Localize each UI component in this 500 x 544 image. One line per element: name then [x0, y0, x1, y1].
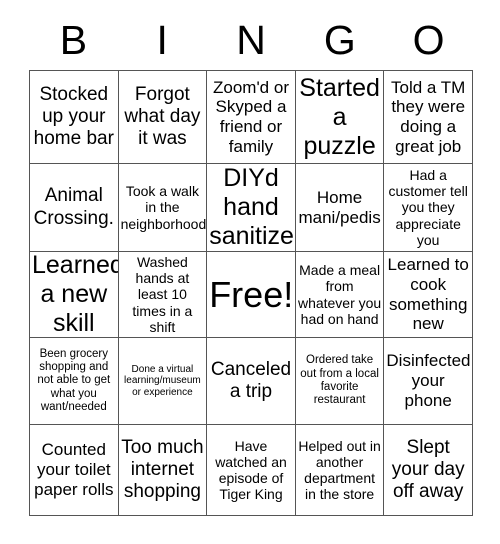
bingo-cell-label: Animal Crossing.	[33, 185, 114, 229]
bingo-cell[interactable]: Animal Crossing.	[30, 164, 119, 252]
bingo-cell-label: Done a virtual learning/museum or experi…	[124, 363, 201, 398]
bingo-cell[interactable]: Had a customer tell you they appreciate …	[384, 164, 473, 252]
bingo-cell-label: Learned a new skill	[32, 252, 119, 337]
bingo-cell[interactable]: Been grocery shopping and not able to ge…	[30, 338, 119, 425]
bingo-cell-label: Started a puzzle	[299, 73, 380, 160]
bingo-cell-label: Washed hands at least 10 times in a shif…	[132, 253, 193, 335]
bingo-letter-g: G	[323, 16, 356, 63]
bingo-cell-label: Home mani/pedis	[298, 187, 381, 227]
bingo-letter-i: I	[156, 16, 168, 63]
bingo-cell-label: Free!	[209, 273, 294, 315]
bingo-cell[interactable]: Washed hands at least 10 times in a shif…	[118, 252, 208, 338]
bingo-cell-label: Have watched an episode of Tiger King	[215, 437, 287, 503]
bingo-card: B I N G O Stocked up your home bar Forgot…	[29, 10, 473, 516]
bingo-cell-label: Took a walk in the neighborhood	[120, 183, 207, 232]
bingo-cell[interactable]: Took a walk in the neighborhood	[118, 164, 208, 252]
bingo-cell[interactable]: Have watched an episode of Tiger King	[207, 425, 296, 516]
bingo-cell-label: Made a meal from whatever you had on han…	[297, 262, 382, 327]
bingo-free-space[interactable]: Free!	[207, 252, 296, 338]
bingo-cell[interactable]: Learned a new skill	[30, 252, 119, 338]
bingo-cell[interactable]: Done a virtual learning/museum or experi…	[118, 338, 208, 425]
bingo-cell-label: Helped out in another department in the …	[298, 437, 381, 503]
bingo-cell-label: Zoom'd or Skyped a friend or family	[212, 77, 289, 156]
bingo-cell[interactable]: Zoom'd or Skyped a friend or family	[207, 71, 296, 164]
bingo-cell[interactable]: Counted your toilet paper rolls	[30, 425, 119, 516]
bingo-header: B I N G O	[29, 10, 473, 70]
bingo-cell[interactable]: Learned to cook something new	[384, 252, 473, 338]
bingo-letter-n: N	[236, 16, 266, 63]
bingo-cell[interactable]: Disinfected your phone	[384, 338, 473, 425]
bingo-letter-o: O	[412, 16, 445, 63]
bingo-cell-label: Too much internet shopping	[121, 436, 204, 503]
bingo-cell[interactable]: Home mani/pedis	[295, 164, 385, 252]
bingo-cell[interactable]: Ordered take out from a local favorite r…	[295, 338, 385, 425]
bingo-cell-label: Slept your day off away	[391, 436, 465, 503]
bingo-cell-label: Learned to cook something new	[387, 255, 469, 334]
bingo-cell[interactable]: Forgot what day it was	[118, 71, 208, 164]
bingo-cell-label: Stocked up your home bar	[33, 83, 114, 150]
bingo-cell[interactable]: Slept your day off away	[384, 425, 473, 516]
bingo-cell-label: Forgot what day it was	[124, 83, 201, 150]
bingo-cell[interactable]: Told a TM they were doing a great job	[384, 71, 473, 164]
bingo-cell[interactable]: Too much internet shopping	[118, 425, 208, 516]
bingo-cell[interactable]: Stocked up your home bar	[30, 71, 119, 164]
bingo-grid: Stocked up your home bar Forgot what day …	[29, 70, 473, 516]
bingo-letter-b: B	[59, 16, 88, 63]
bingo-cell[interactable]: DIYd hand sanitizer	[207, 164, 296, 252]
bingo-cell-label: Counted your toilet paper rolls	[34, 440, 114, 499]
bingo-cell[interactable]: Canceled a trip	[207, 338, 296, 425]
bingo-cell-label: Had a customer tell you they appreciate …	[388, 166, 468, 248]
bingo-cell-label: Disinfected your phone	[386, 351, 471, 410]
bingo-cell-label: Told a TM they were doing a great job	[391, 77, 466, 156]
bingo-cell-label: Ordered take out from a local favorite r…	[300, 354, 379, 407]
bingo-cell-label: DIYd hand sanitizer	[209, 164, 296, 250]
bingo-cell-label: Canceled a trip	[210, 358, 292, 402]
bingo-cell-label: Been grocery shopping and not able to ge…	[37, 347, 111, 413]
bingo-cell[interactable]: Started a puzzle	[295, 71, 385, 164]
bingo-cell[interactable]: Made a meal from whatever you had on han…	[295, 252, 385, 338]
bingo-cell[interactable]: Helped out in another department in the …	[295, 425, 385, 516]
